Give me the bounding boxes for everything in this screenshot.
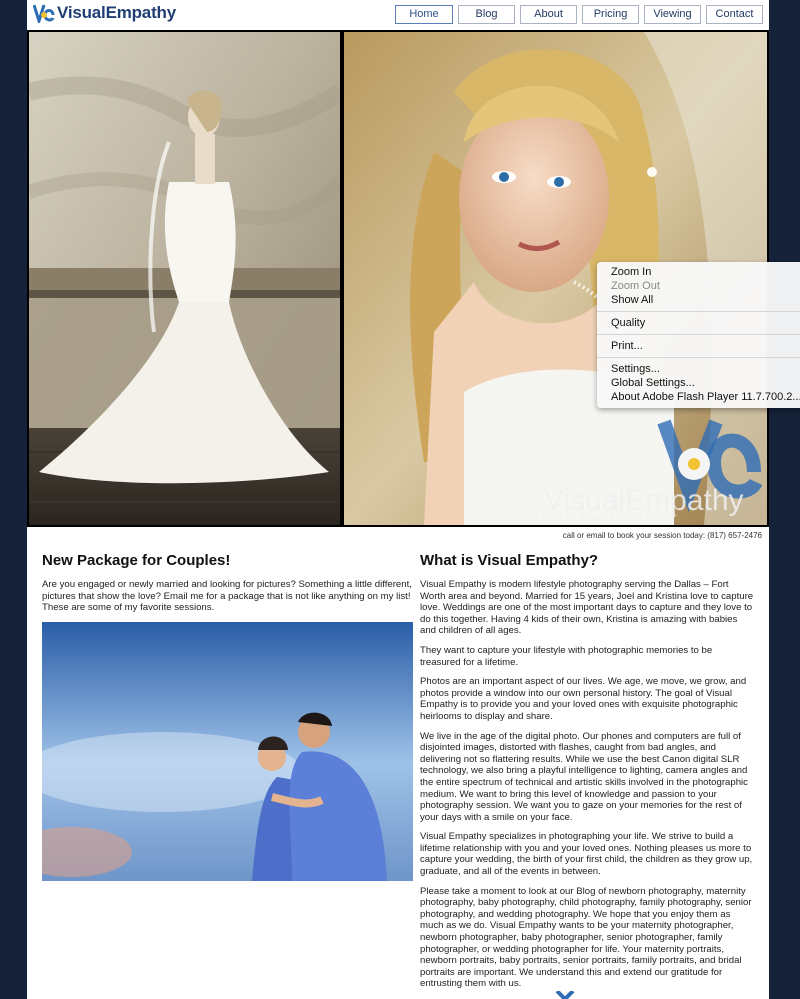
- brand-name: VisualEmpathy: [57, 3, 176, 22]
- nav-viewing[interactable]: Viewing: [644, 5, 701, 24]
- menu-print[interactable]: Print...: [597, 339, 800, 353]
- about-paragraph-3: Photos are an important aspect of our li…: [420, 676, 747, 722]
- about-heading: What is Visual Empathy?: [420, 552, 599, 569]
- about-paragraph-1: Visual Empathy is modern lifestyle photo…: [420, 579, 754, 637]
- main-nav: Home Blog About Pricing Viewing Contact: [395, 5, 763, 24]
- about-paragraph-5: Visual Empathy specializes in photograph…: [420, 831, 753, 878]
- couple-kissing-photo[interactable]: [42, 621, 413, 881]
- site-logo[interactable]: VisualEmpathy: [33, 3, 176, 23]
- bride-full-length-photo: [29, 32, 340, 525]
- about-paragraph-6: Please take a moment to look at our Blog…: [420, 885, 752, 990]
- site-header: VisualEmpathy Home Blog About Pricing Vi…: [27, 0, 769, 31]
- couples-heading: New Package for Couples!: [42, 552, 231, 569]
- menu-zoom-out[interactable]: Zoom Out: [597, 279, 800, 293]
- menu-separator: [597, 357, 800, 358]
- menu-settings[interactable]: Settings...: [597, 362, 800, 376]
- menu-quality[interactable]: Quality: [597, 316, 800, 330]
- nav-pricing[interactable]: Pricing: [582, 5, 639, 24]
- ve-logo-icon: [33, 4, 55, 23]
- menu-global-settings[interactable]: Global Settings...: [597, 376, 800, 390]
- menu-separator: [597, 311, 800, 312]
- couples-intro: Are you engaged or newly married and loo…: [42, 579, 412, 614]
- menu-about-flash[interactable]: About Adobe Flash Player 11.7.700.2...: [597, 390, 800, 404]
- svg-text:PORTRAIT PHOTOGRAPHY: PORTRAIT PHOTOGRAPHY: [514, 513, 678, 525]
- menu-zoom-in[interactable]: Zoom In: [597, 265, 800, 279]
- about-paragraph-2: They want to capture your lifestyle with…: [420, 644, 713, 668]
- nav-contact[interactable]: Contact: [706, 5, 763, 24]
- menu-separator: [597, 334, 800, 335]
- footer-logo-icon: [555, 991, 575, 999]
- booking-phone-text: call or email to book your session today…: [562, 531, 762, 540]
- right-column: What is Visual Empathy? Visual Empathy i…: [420, 552, 755, 998]
- nav-blog[interactable]: Blog: [458, 5, 515, 24]
- menu-show-all[interactable]: Show All: [597, 293, 800, 307]
- about-paragraph-4: We live in the age of the digital photo.…: [420, 730, 748, 823]
- nav-about[interactable]: About: [520, 5, 577, 24]
- left-column: New Package for Couples! Are you engaged…: [42, 552, 414, 881]
- flash-context-menu: Zoom In Zoom Out Show All Quality Print.…: [597, 262, 800, 408]
- nav-home[interactable]: Home: [395, 5, 453, 24]
